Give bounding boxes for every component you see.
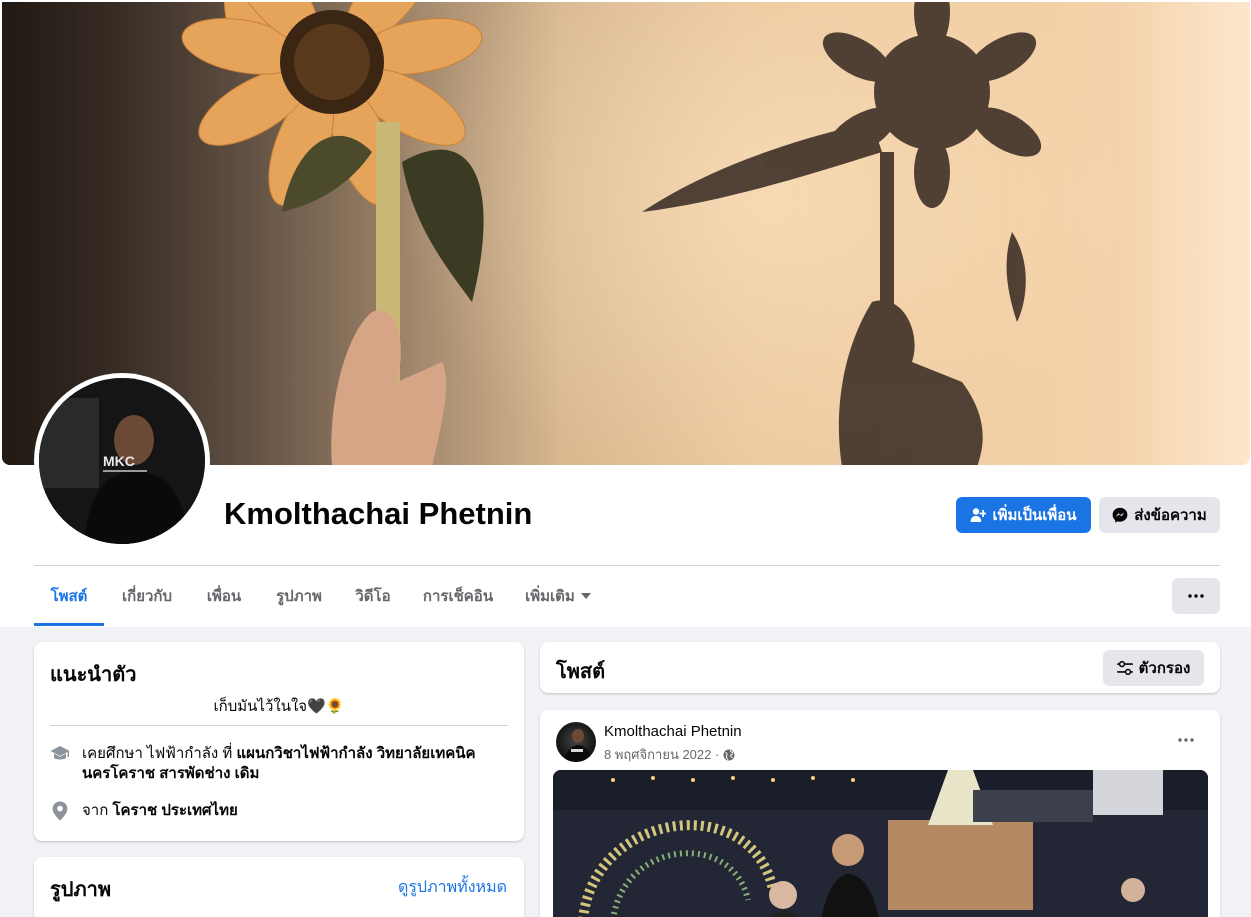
filter-button[interactable]: ตัวกรอง	[1103, 650, 1204, 686]
profile-header: MKC Kmolthachai Phetnin เพิ่มเป็นเพื่อน …	[0, 0, 1251, 627]
hometown-link[interactable]: โคราช ประเทศไทย	[112, 802, 237, 819]
post-photo-illustration	[553, 770, 1208, 917]
profile-avatar-illustration: MKC	[39, 378, 205, 544]
post-author-avatar[interactable]	[556, 722, 596, 762]
globe-icon	[723, 749, 735, 760]
cover-photo[interactable]	[2, 2, 1250, 465]
filter-label: ตัวกรอง	[1138, 660, 1191, 677]
intro-card: แนะนำตัว เก็บมันไว้ในใจ🖤🌻 เคยศึกษา ไฟฟ้า…	[34, 642, 524, 841]
tab-friends[interactable]: เพื่อน	[190, 566, 258, 626]
tab-about[interactable]: เกี่ยวกับ	[104, 566, 190, 626]
photos-card: รูปภาพ ดูรูปภาพทั้งหมด	[34, 857, 524, 917]
tab-checkins[interactable]: การเช็คอิน	[406, 566, 510, 626]
post-card: Kmolthachai Phetnin 8 พฤศจิกายน 2022 ·	[540, 710, 1220, 917]
education-row: เคยศึกษา ไฟฟ้ากำลัง ที่ แผนกวิชาไฟฟ้ากำล…	[50, 744, 502, 784]
tab-videos[interactable]: วิดีโอ	[340, 566, 406, 626]
message-button[interactable]: ส่งข้อความ	[1099, 497, 1220, 533]
posts-header-card: โพสต์ ตัวกรอง	[540, 642, 1220, 693]
photos-title: รูปภาพ	[50, 879, 112, 901]
profile-more-button[interactable]	[1172, 578, 1220, 614]
more-horizontal-icon	[1188, 594, 1204, 598]
hometown-text: จาก โคราช ประเทศไทย	[82, 802, 238, 819]
tab-photos[interactable]: รูปภาพ	[258, 566, 340, 626]
sliders-icon	[1116, 661, 1133, 675]
intro-title: แนะนำตัว	[50, 664, 137, 686]
post-author-avatar-illustration	[564, 729, 592, 762]
more-horizontal-icon	[1178, 738, 1194, 742]
add-friend-label: เพิ่มเป็นเพื่อน	[992, 507, 1077, 524]
tab-more[interactable]: เพิ่มเติม	[510, 566, 606, 626]
profile-name: Kmolthachai Phetnin	[224, 496, 533, 531]
intro-bio: เก็บมันไว้ในใจ🖤🌻	[213, 698, 345, 715]
posts-title: โพสต์	[556, 661, 606, 683]
caret-down-icon	[580, 593, 591, 599]
add-friend-icon	[970, 508, 987, 522]
post-author-name[interactable]: Kmolthachai Phetnin	[604, 723, 742, 740]
see-all-photos-link[interactable]: ดูรูปภาพทั้งหมด	[398, 875, 507, 900]
messenger-icon	[1112, 507, 1128, 523]
profile-tabs: โพสต์ เกี่ยวกับ เพื่อน รูปภาพ วิดีโอ การ…	[34, 566, 606, 626]
hometown-row: จาก โคราช ประเทศไทย	[50, 801, 502, 821]
svg-text:MKC: MKC	[103, 453, 135, 469]
post-meta: 8 พฤศจิกายน 2022 ·	[604, 744, 735, 765]
intro-divider	[50, 725, 508, 726]
post-more-button[interactable]	[1170, 728, 1202, 752]
education-text: เคยศึกษา ไฟฟ้ากำลัง ที่ แผนกวิชาไฟฟ้ากำล…	[82, 745, 476, 782]
graduation-cap-icon	[50, 744, 70, 764]
tab-posts[interactable]: โพสต์	[34, 566, 104, 626]
add-friend-button[interactable]: เพิ่มเป็นเพื่อน	[956, 497, 1091, 533]
post-photo[interactable]	[553, 770, 1208, 917]
profile-avatar[interactable]: MKC	[39, 378, 205, 544]
sunflower-illustration	[181, 2, 1042, 465]
message-label: ส่งข้อความ	[1134, 507, 1207, 524]
post-date[interactable]: 8 พฤศจิกายน 2022 ·	[604, 744, 719, 765]
location-pin-icon	[50, 801, 70, 821]
